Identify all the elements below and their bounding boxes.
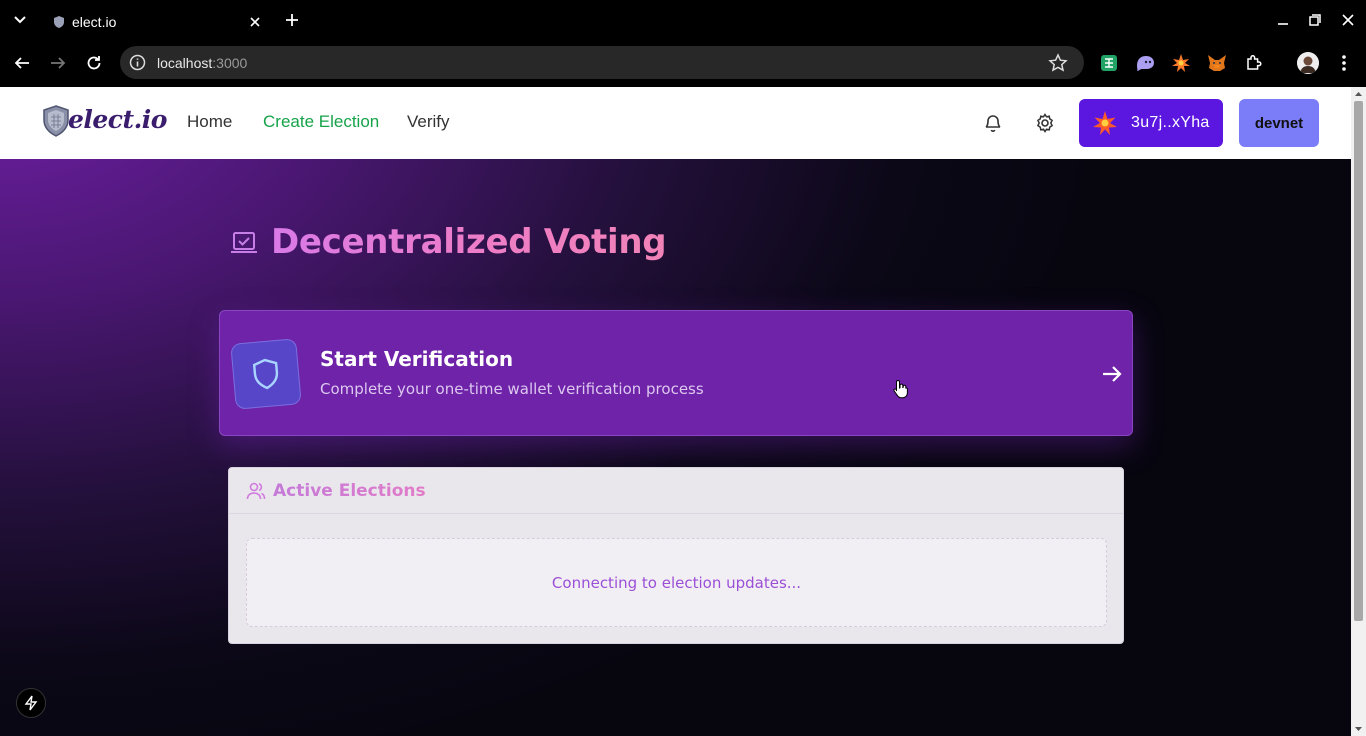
phantom-extension-icon[interactable] — [1134, 52, 1156, 74]
back-button[interactable] — [9, 50, 35, 76]
close-icon — [1342, 14, 1354, 26]
site-info-icon[interactable] — [129, 54, 146, 71]
nav-verify[interactable]: Verify — [407, 111, 450, 133]
minimize-button[interactable] — [1271, 8, 1295, 32]
profile-avatar[interactable] — [1297, 52, 1319, 74]
vote-laptop-icon — [231, 232, 257, 253]
nav-home[interactable]: Home — [187, 111, 232, 133]
verification-shield-badge — [230, 338, 302, 410]
logo-text[interactable]: elect.io — [68, 105, 167, 134]
scroll-thumb[interactable] — [1354, 101, 1363, 621]
page: elect.io Home Create Election Verify 3u7… — [0, 87, 1351, 736]
hand-cursor-icon — [893, 379, 908, 399]
reload-button[interactable] — [81, 50, 107, 76]
gear-icon — [1036, 113, 1054, 133]
url-text: localhost:3000 — [157, 53, 247, 73]
wallet-address: 3u7j..xYha — [1131, 114, 1210, 131]
page-title: Decentralized Voting — [271, 222, 667, 262]
verification-title: Start Verification — [320, 347, 514, 371]
chevron-down-icon — [14, 16, 26, 24]
browser-tab[interactable]: elect.io — [40, 6, 272, 40]
active-elections-title: Active Elections — [273, 481, 426, 501]
bookmark-star-icon[interactable] — [1048, 53, 1068, 73]
shield-logo-icon — [43, 105, 69, 137]
dev-tools-badge[interactable] — [16, 688, 46, 718]
scroll-down-arrow-icon[interactable] — [1354, 724, 1363, 733]
arrow-left-icon — [14, 57, 29, 69]
kebab-menu-icon — [1342, 55, 1346, 71]
address-bar[interactable]: localhost:3000 — [120, 46, 1084, 79]
notifications-button[interactable] — [981, 111, 1005, 135]
shield-favicon-icon — [54, 16, 64, 28]
network-button[interactable]: devnet — [1239, 99, 1319, 147]
browser-menu-button[interactable] — [1333, 52, 1355, 74]
verification-subtitle: Complete your one-time wallet verificati… — [320, 380, 704, 398]
wallet-button[interactable]: 3u7j..xYha — [1079, 99, 1223, 147]
network-label: devnet — [1254, 114, 1304, 132]
tab-title: elect.io — [72, 14, 117, 30]
new-tab-button[interactable] — [281, 9, 303, 31]
forward-button[interactable] — [45, 50, 71, 76]
reload-icon — [87, 56, 101, 70]
page-scrollbar[interactable] — [1351, 87, 1366, 736]
plus-icon — [286, 14, 298, 26]
sheets-extension-icon[interactable] — [1098, 52, 1120, 74]
minimize-icon — [1278, 23, 1288, 25]
browser-tabbar: elect.io — [0, 0, 1366, 40]
elections-empty-state: Connecting to election updates... — [246, 538, 1107, 627]
lightning-icon — [24, 695, 38, 711]
solflare-wallet-icon — [1093, 111, 1117, 135]
users-icon — [246, 482, 266, 500]
arrow-right-icon — [1103, 366, 1122, 382]
restore-button[interactable] — [1303, 8, 1327, 32]
active-elections-panel: Active Elections Connecting to election … — [228, 467, 1124, 644]
settings-button[interactable] — [1033, 111, 1057, 135]
scroll-up-arrow-icon[interactable] — [1354, 90, 1363, 99]
close-icon — [250, 17, 260, 27]
tab-search-button[interactable] — [8, 10, 32, 30]
shield-icon — [252, 358, 279, 390]
close-window-button[interactable] — [1336, 8, 1360, 32]
start-verification-card[interactable]: Start Verification Complete your one-tim… — [219, 310, 1133, 436]
bell-icon — [985, 115, 1001, 132]
browser-toolbar: localhost:3000 — [0, 40, 1366, 87]
active-elections-header: Active Elections — [229, 468, 1123, 514]
nav-create-election[interactable]: Create Election — [263, 111, 379, 133]
url-host: localhost — [157, 55, 213, 71]
restore-icon — [1309, 14, 1321, 26]
metamask-extension-icon[interactable] — [1206, 52, 1228, 74]
url-port: :3000 — [212, 55, 248, 71]
arrow-right-icon — [51, 57, 66, 69]
extensions-puzzle-icon[interactable] — [1243, 52, 1265, 74]
connection-status: Connecting to election updates... — [551, 573, 802, 592]
solflare-extension-icon[interactable] — [1170, 52, 1192, 74]
app-header: elect.io Home Create Election Verify 3u7… — [0, 87, 1351, 159]
tab-close-button[interactable] — [246, 13, 264, 31]
